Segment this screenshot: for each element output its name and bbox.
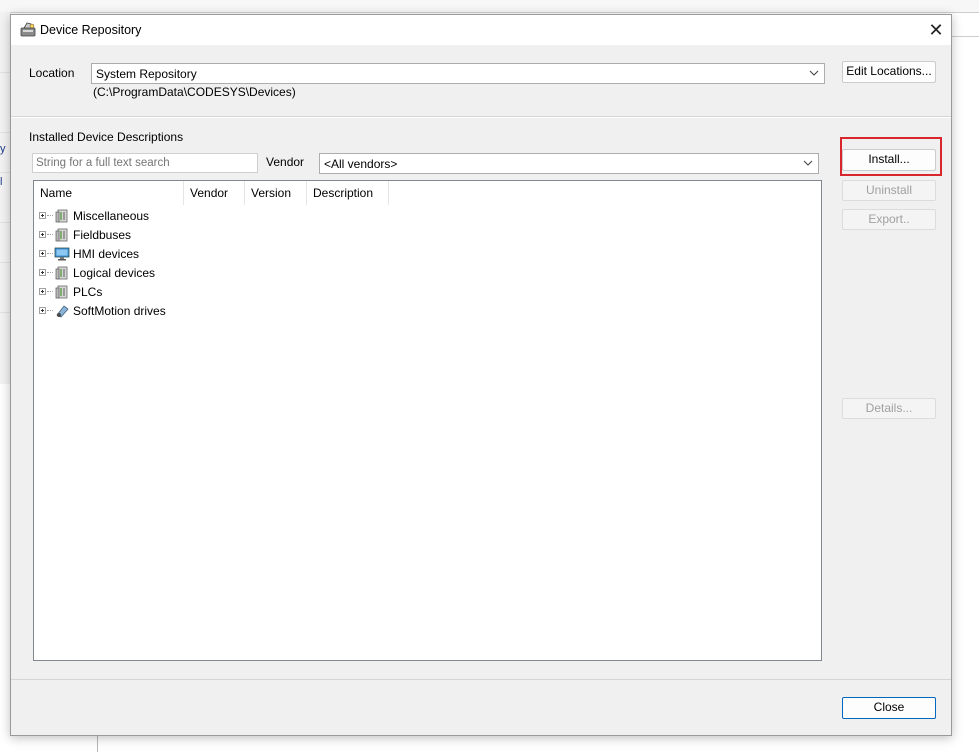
tree-item-label: Miscellaneous <box>73 208 150 223</box>
vendor-select-value: <All vendors> <box>324 157 398 171</box>
tree-header: Name Vendor Version Description <box>34 181 821 205</box>
tree-item-hmi-devices[interactable]: HMI devices <box>39 244 139 263</box>
tree-item-logical-devices[interactable]: Logical devices <box>39 263 155 282</box>
tree-item-label: HMI devices <box>73 246 140 261</box>
details-button[interactable]: Details... <box>842 398 936 419</box>
column-header-name[interactable]: Name <box>34 181 184 205</box>
location-select-value: System Repository <box>96 67 197 81</box>
location-path: (C:\ProgramData\CODESYS\Devices) <box>93 85 296 99</box>
monitor-icon <box>54 247 70 260</box>
background-window-toolbar <box>0 0 979 13</box>
device-folder-icon <box>55 266 68 279</box>
background-left-text: l <box>0 176 3 188</box>
background-divider <box>952 36 979 37</box>
tree-item-label: SoftMotion drives <box>73 303 166 318</box>
expand-icon[interactable] <box>39 250 46 257</box>
expand-icon[interactable] <box>39 307 46 314</box>
tree-item-label: Fieldbuses <box>73 227 132 242</box>
tree-item-label: PLCs <box>73 284 103 299</box>
column-header-description[interactable]: Description <box>307 181 389 205</box>
tree-item-softmotion-drives[interactable]: SoftMotion drives <box>39 301 166 320</box>
column-header-version[interactable]: Version <box>245 181 307 205</box>
edit-locations-button[interactable]: Edit Locations... <box>842 61 936 83</box>
location-select[interactable]: System Repository <box>91 63 825 84</box>
expand-icon[interactable] <box>39 269 46 276</box>
expand-icon[interactable] <box>39 212 46 219</box>
vendor-select[interactable]: <All vendors> <box>319 153 819 174</box>
footer-divider <box>11 679 951 680</box>
tree-item-plcs[interactable]: PLCs <box>39 282 102 301</box>
location-label: Location <box>29 66 75 80</box>
dialog-title: Device Repository <box>40 23 142 37</box>
search-input[interactable] <box>32 153 258 173</box>
drive-icon <box>56 304 69 317</box>
section-divider <box>11 116 951 118</box>
tree-item-label: Logical devices <box>73 265 156 280</box>
tree-item-fieldbuses[interactable]: Fieldbuses <box>39 225 131 244</box>
export-button[interactable]: Export.. <box>842 209 936 230</box>
uninstall-button[interactable]: Uninstall <box>842 180 936 201</box>
device-repository-dialog: Device Repository ✕ Location System Repo… <box>10 14 952 736</box>
chevron-down-icon <box>803 160 813 166</box>
device-folder-icon <box>55 285 68 298</box>
vendor-label: Vendor <box>266 155 305 169</box>
install-button-highlight <box>840 137 942 176</box>
column-header-vendor[interactable]: Vendor <box>184 181 245 205</box>
expand-icon[interactable] <box>39 231 46 238</box>
tree-item-miscellaneous[interactable]: Miscellaneous <box>39 206 149 225</box>
background-left-text: y <box>0 143 6 155</box>
background-divider <box>97 735 98 752</box>
close-button[interactable]: Close <box>842 697 936 719</box>
chevron-down-icon <box>809 70 819 76</box>
title-bar: Device Repository ✕ <box>11 15 951 45</box>
device-repository-icon <box>20 22 36 37</box>
installed-section-label: Installed Device Descriptions <box>29 130 184 144</box>
device-folder-icon <box>55 228 68 241</box>
device-folder-icon <box>55 209 68 222</box>
device-tree[interactable]: Name Vendor Version Description Miscella… <box>33 180 822 661</box>
close-icon[interactable]: ✕ <box>921 15 951 45</box>
expand-icon[interactable] <box>39 288 46 295</box>
